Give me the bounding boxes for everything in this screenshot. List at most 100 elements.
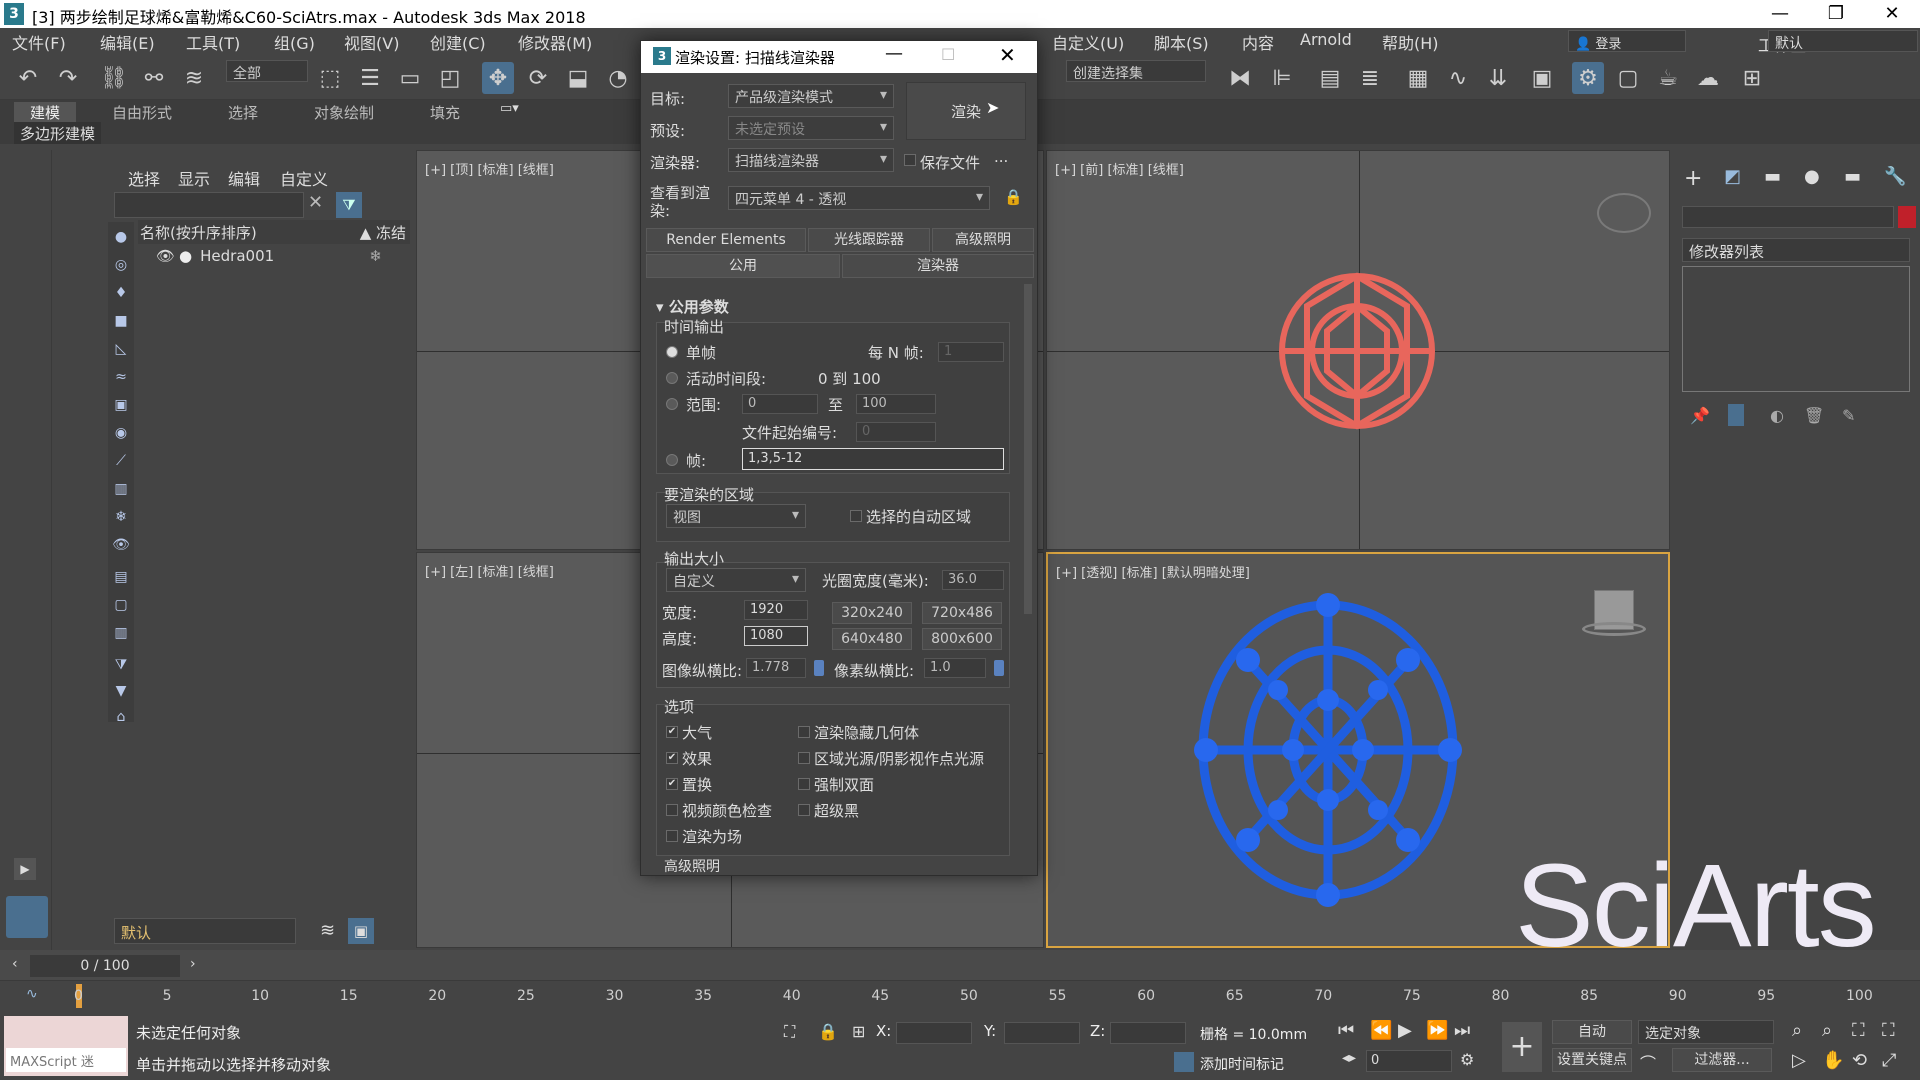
time-slider-prev-icon[interactable]: ‹	[12, 956, 18, 972]
time-config-icon[interactable]: ⚙	[1460, 1050, 1474, 1069]
zoom-extents-all-icon[interactable]: ⛶	[1882, 1020, 1895, 1041]
folder-icon[interactable]: ⌂	[110, 706, 132, 728]
key-tangents-icon[interactable]: ⌒	[1640, 1050, 1656, 1074]
selection-lock-icon[interactable]: 🔒	[818, 1022, 838, 1041]
viewport-front[interactable]: [+] [前] [标准] [线框]	[1046, 150, 1670, 550]
viewcube-icon[interactable]	[1597, 193, 1651, 233]
selection-filter-select[interactable]: 全部	[226, 60, 308, 82]
play-icon[interactable]: ▶	[1398, 1020, 1412, 1041]
ribbon-tab-populate[interactable]: 填充	[430, 102, 460, 123]
ribbon-tab-selection[interactable]: 选择	[228, 102, 258, 123]
curve-editor-icon[interactable]: ∿	[1442, 62, 1474, 94]
name-column-header[interactable]: 名称(按升序排序)	[140, 222, 257, 243]
frames-radio[interactable]	[666, 454, 678, 466]
auto-region-checkbox[interactable]	[850, 510, 862, 522]
display-tab-icon[interactable]: ▬	[1844, 166, 1861, 187]
menu-content[interactable]: 内容	[1242, 30, 1274, 54]
object-name-input[interactable]	[1682, 206, 1894, 228]
range-radio[interactable]	[666, 398, 678, 410]
render-setup-icon[interactable]: ⚙	[1572, 62, 1604, 94]
common-params-rollout[interactable]: ▾ 公用参数	[656, 296, 729, 317]
zoom-extents-icon[interactable]: ⛶	[1852, 1020, 1865, 1041]
utilities-tab-icon[interactable]: 🔧	[1884, 166, 1906, 187]
option-checkbox[interactable]	[798, 752, 810, 764]
menu-customize[interactable]: 自定义(U)	[1052, 30, 1124, 54]
next-frame-icon[interactable]: ⏩	[1426, 1020, 1448, 1041]
minimize-button[interactable]: —	[1752, 0, 1808, 28]
viewport-top-label[interactable]: [+] [顶] [标准] [线框]	[425, 159, 554, 178]
layer-stack-icon[interactable]: ≋	[320, 920, 335, 941]
render-iterative-icon[interactable]: ☁	[1692, 62, 1724, 94]
size-320x240-button[interactable]: 320x240	[832, 602, 912, 624]
aperture-spinner[interactable]: 36.0	[942, 570, 1004, 590]
ribbon-tab-freeform[interactable]: 自由形式	[112, 102, 172, 123]
se-menu-select[interactable]: 选择	[128, 166, 160, 190]
viewport-layout-icon[interactable]	[6, 896, 48, 938]
prev-frame-icon[interactable]: ⏪	[1370, 1020, 1392, 1041]
window-crossing-icon[interactable]: ◰	[434, 62, 466, 94]
height-spinner[interactable]: 1080	[744, 626, 808, 646]
viewcube-icon[interactable]	[1582, 584, 1646, 648]
range-from-spinner[interactable]: 0	[742, 394, 818, 414]
key-filters-button[interactable]: 过滤器...	[1672, 1048, 1772, 1072]
select-object-icon[interactable]: ⬚	[314, 62, 346, 94]
undo-icon[interactable]: ↶	[12, 62, 44, 94]
time-slider-next-icon[interactable]: ›	[190, 956, 196, 972]
menu-edit[interactable]: 编辑(E)	[100, 30, 155, 54]
selection-set-input[interactable]: 创建选择集	[1066, 60, 1206, 82]
login-dropdown[interactable]: 👤 登录	[1568, 30, 1686, 52]
funnel-icon[interactable]: ⧩	[110, 654, 132, 676]
goto-start-icon[interactable]: ⏮	[1338, 1020, 1354, 1041]
range-to-spinner[interactable]: 100	[856, 394, 936, 414]
rotate-icon[interactable]: ⟳	[522, 62, 554, 94]
file-start-spinner[interactable]: 0	[856, 422, 936, 442]
layer-toolbar-icon[interactable]: ≣	[1354, 62, 1386, 94]
funnel-alt-icon[interactable]: ▼	[110, 680, 132, 702]
material-editor-icon[interactable]: ▣	[1526, 62, 1558, 94]
light-filter-icon[interactable]: ♦	[110, 282, 132, 304]
image-aspect-spinner[interactable]: 1.778	[746, 658, 806, 678]
se-menu-display[interactable]: 显示	[178, 166, 210, 190]
target-select[interactable]: 产品级渲染模式	[728, 84, 894, 108]
tab-renderer[interactable]: 渲染器	[842, 254, 1034, 278]
configure-modifier-sets-icon[interactable]: ✎	[1842, 406, 1855, 425]
ribbon-toggle-icon[interactable]: ▦	[1402, 62, 1434, 94]
lock-view-icon[interactable]: 🔒	[1004, 188, 1023, 206]
pin-stack-icon[interactable]: 📌	[1690, 406, 1710, 425]
hierarchy-tab-icon[interactable]: ▬	[1764, 166, 1781, 187]
schematic-view-icon[interactable]: ⇊	[1482, 62, 1514, 94]
ribbon-tab-modeling[interactable]: 建模	[14, 102, 77, 123]
camera-filter-icon[interactable]: ■	[110, 310, 132, 332]
ribbon-options-icon[interactable]: ▭▾	[500, 101, 519, 116]
option-checkbox[interactable]: ✔	[666, 726, 678, 738]
tab-render-elements[interactable]: Render Elements	[646, 228, 806, 252]
modifier-stack[interactable]	[1682, 266, 1910, 392]
set-key-icon[interactable]: +	[1502, 1022, 1542, 1072]
visibility-eye-icon[interactable]: 👁	[156, 247, 175, 265]
dialog-maximize-button[interactable]: ☐	[941, 45, 955, 64]
goto-end-icon[interactable]: ⏭	[1454, 1020, 1470, 1041]
viewport-front-label[interactable]: [+] [前] [标准] [线框]	[1055, 159, 1184, 178]
viewport-left-label[interactable]: [+] [左] [标准] [线框]	[425, 561, 554, 580]
bind-spacewarp-icon[interactable]: ≋	[178, 62, 210, 94]
save-file-browse-button[interactable]: ...	[994, 148, 1008, 166]
se-menu-customize[interactable]: 自定义	[280, 166, 328, 190]
show-end-result-icon[interactable]	[1728, 404, 1744, 426]
zoom-icon[interactable]: ⌕	[1792, 1020, 1802, 1041]
maximize-button[interactable]: ❐	[1808, 0, 1864, 28]
x-coordinate-input[interactable]	[896, 1022, 972, 1044]
list-none-icon[interactable]: ▢	[110, 594, 132, 616]
link-icon[interactable]: ⛓	[98, 62, 130, 94]
align-icon[interactable]: ⊫	[1266, 62, 1298, 94]
selected-objects-select[interactable]: 选定对象	[1638, 1020, 1774, 1044]
width-spinner[interactable]: 1920	[744, 600, 808, 620]
tab-common[interactable]: 公用	[646, 254, 840, 278]
mini-curve-editor-icon[interactable]: ∿	[26, 986, 38, 1002]
freeze-snowflake-icon[interactable]: ❄	[369, 247, 382, 265]
renderer-select[interactable]: 扫描线渲染器	[728, 148, 894, 172]
option-checkbox[interactable]: ✔	[666, 778, 678, 790]
absolute-mode-icon[interactable]: ⊞	[852, 1022, 865, 1041]
layer-manager-icon[interactable]: ▤	[1314, 62, 1346, 94]
ribbon-tab-object-paint[interactable]: 对象绘制	[314, 102, 374, 123]
menu-view[interactable]: 视图(V)	[344, 30, 399, 54]
